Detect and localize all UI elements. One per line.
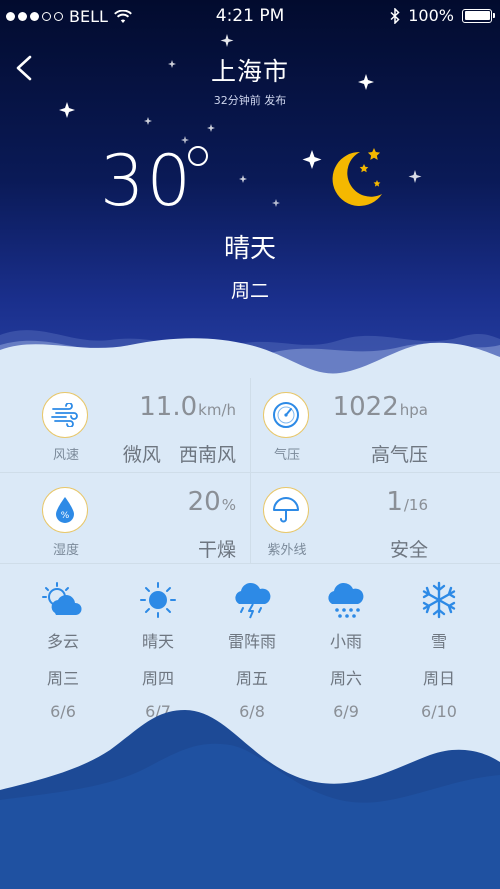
light-rain-icon (328, 582, 364, 618)
forecast-weekday: 周日 (422, 669, 455, 688)
uv-cell: 紫外线 1/16 安全 (221, 475, 471, 568)
updated-time: 32分钟前 发布 (213, 94, 287, 107)
forecast-weekday: 周四 (141, 669, 174, 688)
pressure-description: 高气压 (370, 444, 428, 466)
city-title: 上海市 (210, 57, 289, 86)
forecast-condition: 晴天 (141, 632, 174, 651)
forecast-weekday: 周五 (235, 669, 268, 688)
current-condition: 晴天 (223, 234, 276, 264)
moon-with-stars-icon (332, 148, 382, 206)
humidity-label: 湿度 (52, 543, 79, 558)
wind-icon (51, 403, 78, 427)
svg-text:%: % (61, 511, 70, 521)
partly-cloudy-icon (42, 582, 82, 615)
forecast-condition: 雪 (430, 632, 447, 651)
current-temperature: 30 (100, 140, 194, 222)
pressure-value: 1022hpa (332, 392, 428, 422)
forecast-condition: 多云 (46, 632, 79, 651)
uv-value: 1/16 (386, 487, 428, 517)
status-bar: BELL 4:21 PM 100% (0, 0, 500, 34)
uv-label: 紫外线 (267, 543, 307, 558)
degree-symbol (188, 146, 208, 166)
wind-description: 微风 西南风 (122, 444, 236, 466)
humidity-cell: % 湿度 20% 干燥 (0, 475, 250, 568)
uv-icon-circle (263, 487, 309, 533)
status-right: 100% (390, 6, 495, 25)
bottom-hill-decoration (0, 710, 500, 889)
humidity-drop-icon: % (56, 497, 74, 523)
sun-icon (140, 582, 176, 618)
barometer-icon (273, 402, 299, 428)
forecast-list: 多云 周三 6/6 晴天 周四 6/7 雷阵雨 周五 6/8 小雨 周六 6/9… (0, 580, 500, 721)
snowflake-icon (422, 581, 456, 619)
uv-description: 安全 (389, 539, 428, 561)
wind-cell: 风速 11.0km/h 微风 西南风 (0, 380, 250, 473)
battery-icon (462, 8, 495, 23)
bluetooth-icon (390, 7, 400, 24)
wind-icon-circle (42, 392, 88, 438)
pressure-label: 气压 (273, 448, 300, 463)
umbrella-icon (273, 497, 299, 523)
thunderstorm-icon (235, 582, 271, 619)
battery-percent: 100% (408, 6, 454, 25)
pressure-cell: 气压 1022hpa 高气压 (221, 380, 471, 473)
wind-label: 风速 (52, 448, 79, 463)
current-weekday: 周二 (230, 280, 269, 302)
forecast-condition: 小雨 (329, 632, 362, 651)
humidity-icon-circle: % (42, 487, 88, 533)
forecast-condition: 雷阵雨 (227, 632, 276, 651)
forecast-weekday: 周三 (46, 669, 79, 688)
forecast-weekday: 周六 (329, 669, 362, 688)
pressure-icon-circle (263, 392, 309, 438)
